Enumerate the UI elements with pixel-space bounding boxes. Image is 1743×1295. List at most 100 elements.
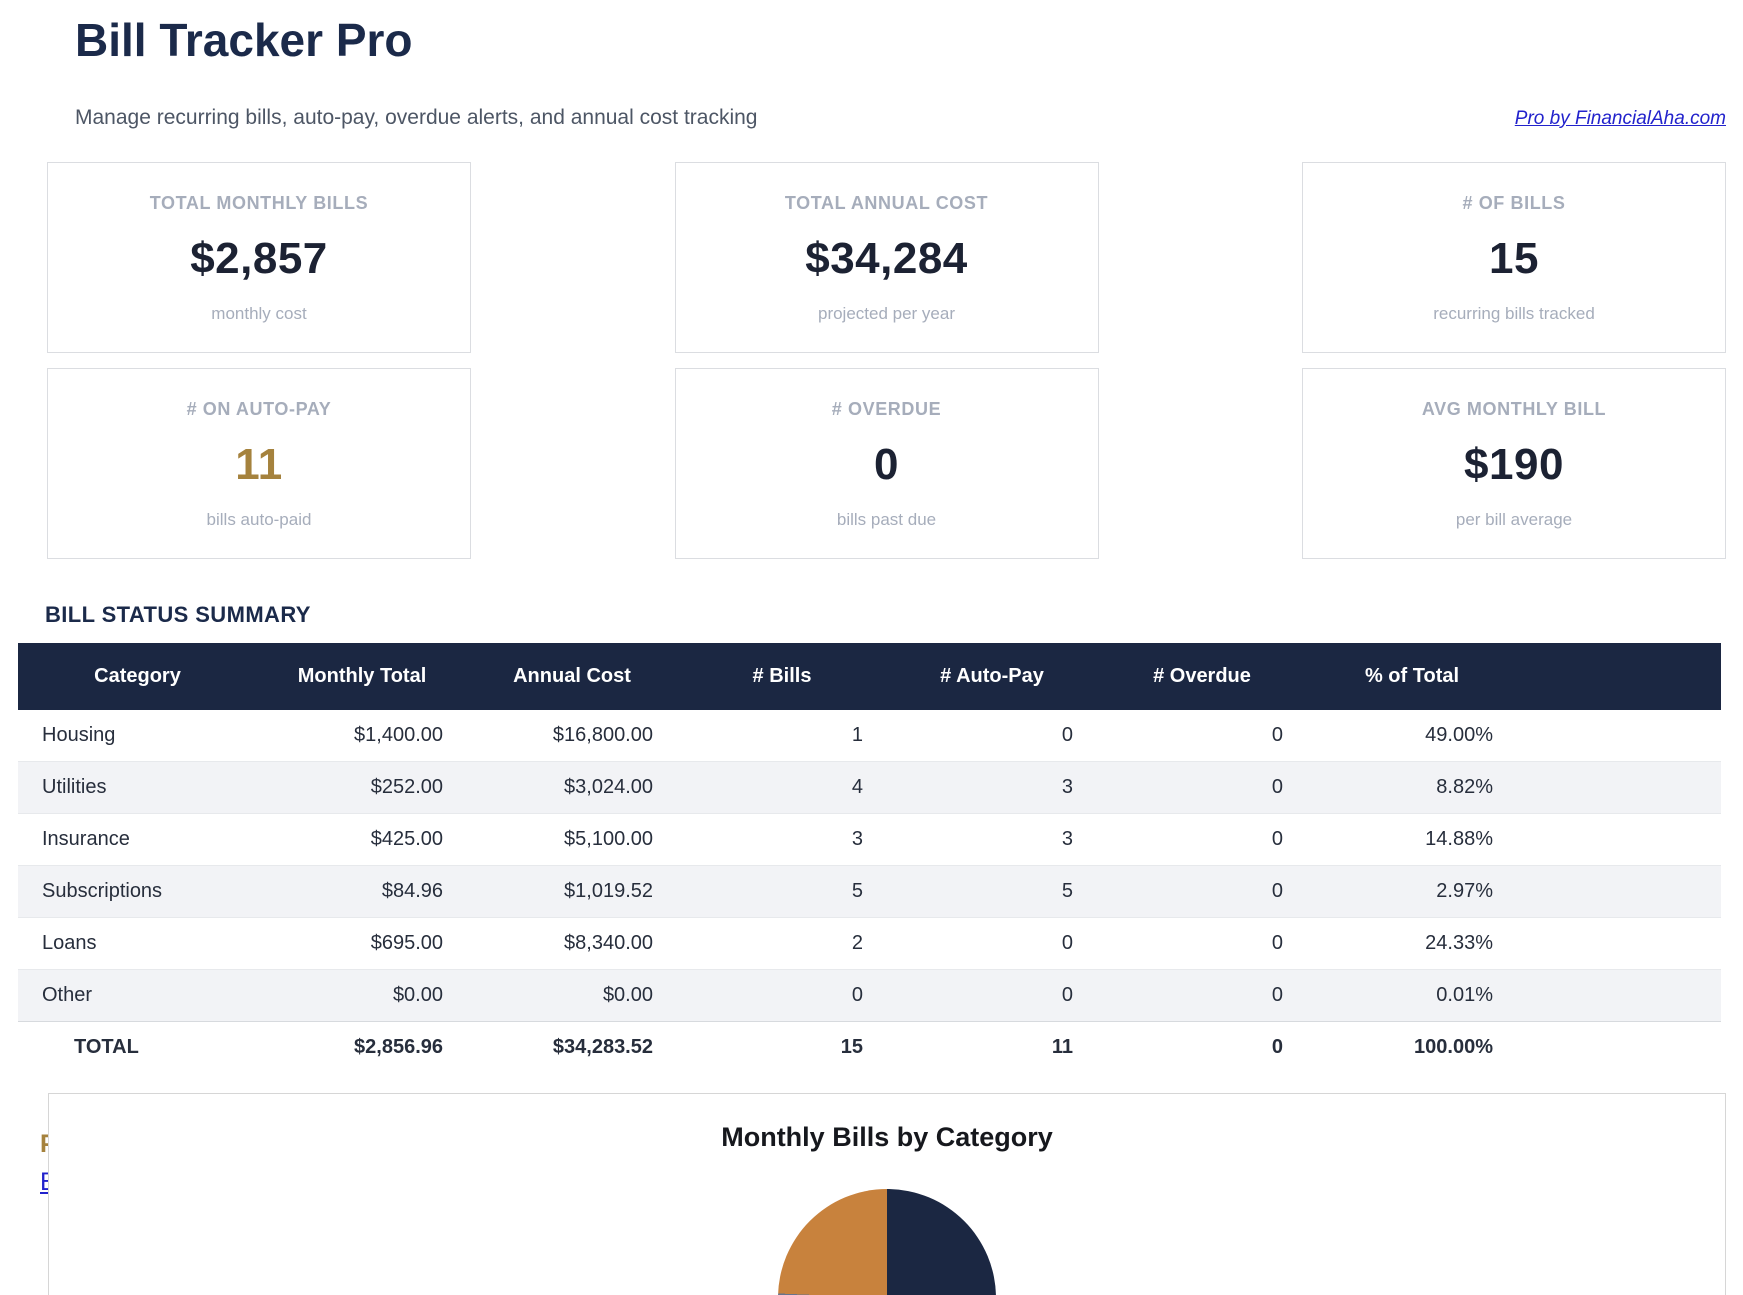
cell-autopay: 0: [887, 710, 1097, 762]
stat-sublabel: per bill average: [1313, 510, 1715, 530]
stat-sublabel: projected per year: [686, 304, 1088, 324]
page-title: Bill Tracker Pro: [75, 14, 413, 67]
stat-sublabel: recurring bills tracked: [1313, 304, 1715, 324]
table-row-loans: Loans $695.00 $8,340.00 2 0 0 24.33%: [18, 918, 1721, 970]
cell-annual: $34,283.52: [467, 1022, 677, 1074]
cell-annual: $0.00: [467, 970, 677, 1022]
cell-category: Loans: [18, 918, 257, 970]
page-subtitle: Manage recurring bills, auto-pay, overdu…: [75, 106, 758, 130]
subtitle-row: Manage recurring bills, auto-pay, overdu…: [75, 106, 1726, 130]
bill-tracker-page: Bill Tracker Pro Manage recurring bills,…: [0, 0, 1743, 1295]
cell-autopay: 0: [887, 918, 1097, 970]
cell-autopay: 3: [887, 762, 1097, 814]
cell-overdue: 0: [1097, 866, 1307, 918]
cell-pct: 14.88%: [1307, 814, 1517, 866]
cell-overdue: 0: [1097, 814, 1307, 866]
col-header-spacer: [1517, 643, 1721, 710]
pie-chart: [778, 1189, 996, 1295]
stat-sublabel: monthly cost: [58, 304, 460, 324]
cell-monthly: $84.96: [257, 866, 467, 918]
cell-pct: 2.97%: [1307, 866, 1517, 918]
col-header-annual-cost: Annual Cost: [467, 643, 677, 710]
cell-bills: 4: [677, 762, 887, 814]
cell-bills: 2: [677, 918, 887, 970]
stat-card-avg-monthly-bill: AVG MONTHLY BILL $190 per bill average: [1302, 368, 1726, 559]
stat-value: $34,284: [686, 234, 1088, 284]
cell-bills: 1: [677, 710, 887, 762]
stat-value: 15: [1313, 234, 1715, 284]
cell-bills: 15: [677, 1022, 887, 1074]
pro-by-financialaha-link[interactable]: Pro by FinancialAha.com: [1515, 108, 1726, 130]
cell-overdue: 0: [1097, 762, 1307, 814]
cell-bills: 5: [677, 866, 887, 918]
stat-card-number-of-bills: # OF BILLS 15 recurring bills tracked: [1302, 162, 1726, 353]
chart-panel: Monthly Bills by Category: [48, 1093, 1726, 1295]
stat-card-total-monthly-bills: TOTAL MONTHLY BILLS $2,857 monthly cost: [47, 162, 471, 353]
cell-category: Subscriptions: [18, 866, 257, 918]
table-row-subscriptions: Subscriptions $84.96 $1,019.52 5 5 0 2.9…: [18, 866, 1721, 918]
col-header-pct-of-total: % of Total: [1307, 643, 1517, 710]
stat-sublabel: bills past due: [686, 510, 1088, 530]
table-row-utilities: Utilities $252.00 $3,024.00 4 3 0 8.82%: [18, 762, 1721, 814]
cell-pct: 100.00%: [1307, 1022, 1517, 1074]
cell-annual: $3,024.00: [467, 762, 677, 814]
stat-label: # OF BILLS: [1313, 193, 1715, 214]
cell-category: Housing: [18, 710, 257, 762]
stat-label: TOTAL MONTHLY BILLS: [58, 193, 460, 214]
cell-overdue: 0: [1097, 710, 1307, 762]
stat-card-total-annual-cost: TOTAL ANNUAL COST $34,284 projected per …: [675, 162, 1099, 353]
table-row-total: TOTAL $2,856.96 $34,283.52 15 11 0 100.0…: [18, 1022, 1721, 1074]
col-header-num-autopay: # Auto-Pay: [887, 643, 1097, 710]
cell-pct: 8.82%: [1307, 762, 1517, 814]
cell-pct: 0.01%: [1307, 970, 1517, 1022]
col-header-num-overdue: # Overdue: [1097, 643, 1307, 710]
bill-status-summary-heading: BILL STATUS SUMMARY: [45, 602, 311, 628]
table-row-insurance: Insurance $425.00 $5,100.00 3 3 0 14.88%: [18, 814, 1721, 866]
table-header-row: Category Monthly Total Annual Cost # Bil…: [18, 643, 1721, 710]
cell-overdue: 0: [1097, 1022, 1307, 1074]
cell-category: Utilities: [18, 762, 257, 814]
cell-category: Other: [18, 970, 257, 1022]
cell-annual: $16,800.00: [467, 710, 677, 762]
stat-label: TOTAL ANNUAL COST: [686, 193, 1088, 214]
cell-autopay: 5: [887, 866, 1097, 918]
cell-monthly: $425.00: [257, 814, 467, 866]
cell-annual: $1,019.52: [467, 866, 677, 918]
cell-monthly: $252.00: [257, 762, 467, 814]
cell-category: Insurance: [18, 814, 257, 866]
col-header-monthly-total: Monthly Total: [257, 643, 467, 710]
cell-category: TOTAL: [18, 1022, 257, 1074]
cell-bills: 3: [677, 814, 887, 866]
cell-pct: 24.33%: [1307, 918, 1517, 970]
stat-label: # OVERDUE: [686, 399, 1088, 420]
chart-title: Monthly Bills by Category: [49, 1122, 1725, 1153]
stat-value: $2,857: [58, 234, 460, 284]
col-header-num-bills: # Bills: [677, 643, 887, 710]
stat-card-overdue: # OVERDUE 0 bills past due: [675, 368, 1099, 559]
cell-monthly: $1,400.00: [257, 710, 467, 762]
cell-annual: $8,340.00: [467, 918, 677, 970]
col-header-category: Category: [18, 643, 257, 710]
stats-grid: TOTAL MONTHLY BILLS $2,857 monthly cost …: [47, 162, 1726, 559]
stat-value: 0: [686, 440, 1088, 490]
cell-bills: 0: [677, 970, 887, 1022]
stat-sublabel: bills auto-paid: [58, 510, 460, 530]
cell-autopay: 3: [887, 814, 1097, 866]
cell-autopay: 11: [887, 1022, 1097, 1074]
stat-value: 11: [58, 440, 460, 490]
cell-annual: $5,100.00: [467, 814, 677, 866]
stat-label: # ON AUTO-PAY: [58, 399, 460, 420]
cell-monthly: $2,856.96: [257, 1022, 467, 1074]
cell-monthly: $695.00: [257, 918, 467, 970]
stat-label: AVG MONTHLY BILL: [1313, 399, 1715, 420]
stat-value: $190: [1313, 440, 1715, 490]
cell-autopay: 0: [887, 970, 1097, 1022]
cell-overdue: 0: [1097, 970, 1307, 1022]
cell-pct: 49.00%: [1307, 710, 1517, 762]
table-row-other: Other $0.00 $0.00 0 0 0 0.01%: [18, 970, 1721, 1022]
cell-overdue: 0: [1097, 918, 1307, 970]
bill-status-summary-table: Category Monthly Total Annual Cost # Bil…: [18, 643, 1721, 1073]
cell-monthly: $0.00: [257, 970, 467, 1022]
stat-card-on-auto-pay: # ON AUTO-PAY 11 bills auto-paid: [47, 368, 471, 559]
table-row-housing: Housing $1,400.00 $16,800.00 1 0 0 49.00…: [18, 710, 1721, 762]
